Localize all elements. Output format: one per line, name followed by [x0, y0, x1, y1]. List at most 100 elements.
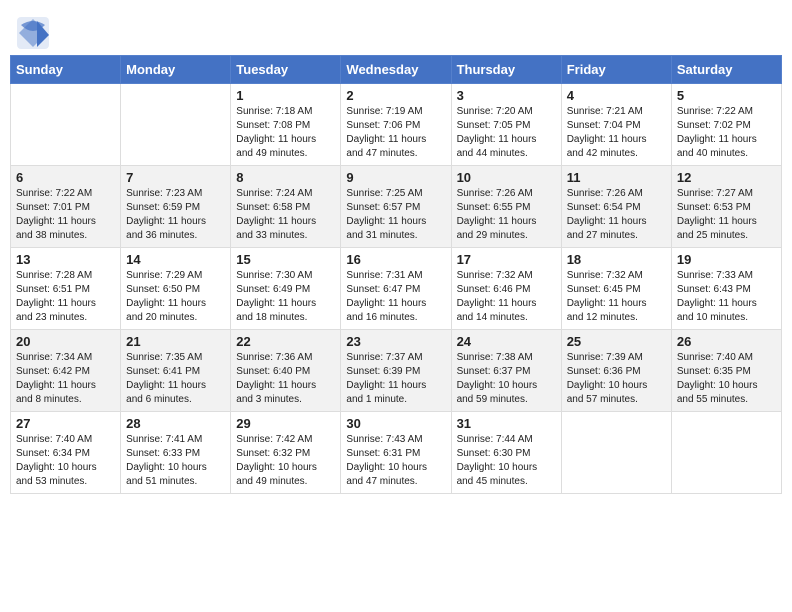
calendar-week-row: 20Sunrise: 7:34 AM Sunset: 6:42 PM Dayli…	[11, 330, 782, 412]
day-info: Sunrise: 7:23 AM Sunset: 6:59 PM Dayligh…	[126, 187, 225, 243]
calendar-day-cell: 6Sunrise: 7:22 AM Sunset: 7:01 PM Daylig…	[11, 166, 121, 248]
day-number: 14	[126, 252, 225, 267]
day-number: 3	[457, 88, 556, 103]
calendar-day-cell: 5 Sunrise: 7:22 AM Sunset: 7:02 PM Daylig…	[671, 84, 781, 166]
day-number: 4	[567, 88, 666, 103]
day-number: 6	[16, 170, 115, 185]
calendar-day-cell: 28 Sunrise: 7:41 AM Sunset: 6:33 PM Dayli…	[121, 412, 231, 494]
day-info: Sunrise: 7:25 AM Sunset: 6:57 PM Dayligh…	[346, 187, 445, 243]
day-number: 22	[236, 334, 335, 349]
day-number: 17	[457, 252, 556, 267]
calendar-day-cell: 27 Sunrise: 7:40 AM Sunset: 6:34 PM Dayli…	[11, 412, 121, 494]
day-info: Sunrise: 7:27 AM Sunset: 6:53 PM Dayligh…	[677, 187, 776, 243]
day-info: Sunrise: 7:40 AM Sunset: 6:35 PM Dayligh…	[677, 351, 776, 407]
day-info: Sunrise: 7:35 AM Sunset: 6:41 PM Dayligh…	[126, 351, 225, 407]
day-number: 24	[457, 334, 556, 349]
day-number: 23	[346, 334, 445, 349]
calendar-day-cell: 1 Sunrise: 7:18 AM Sunset: 7:08 PM Daylig…	[231, 84, 341, 166]
day-of-week-header: Friday	[561, 56, 671, 84]
day-number: 5	[677, 88, 776, 103]
day-info: Sunrise: 7:29 AM Sunset: 6:50 PM Dayligh…	[126, 269, 225, 325]
day-number: 9	[346, 170, 445, 185]
day-number: 10	[457, 170, 556, 185]
calendar-day-cell: 18 Sunrise: 7:32 AM Sunset: 6:45 PM Dayli…	[561, 248, 671, 330]
day-number: 18	[567, 252, 666, 267]
calendar-day-cell: 24Sunrise: 7:38 AM Sunset: 6:37 PM Dayli…	[451, 330, 561, 412]
calendar-day-cell: 3 Sunrise: 7:20 AM Sunset: 7:05 PM Daylig…	[451, 84, 561, 166]
calendar-day-cell	[561, 412, 671, 494]
day-number: 26	[677, 334, 776, 349]
calendar-week-row: 1 Sunrise: 7:18 AM Sunset: 7:08 PM Daylig…	[11, 84, 782, 166]
calendar-header-row: SundayMondayTuesdayWednesdayThursdayFrid…	[11, 56, 782, 84]
calendar-day-cell: 25 Sunrise: 7:39 AM Sunset: 6:36 PM Dayli…	[561, 330, 671, 412]
day-info: Sunrise: 7:32 AM Sunset: 6:45 PM Dayligh…	[567, 269, 666, 325]
day-number: 1	[236, 88, 335, 103]
calendar-day-cell: 4 Sunrise: 7:21 AM Sunset: 7:04 PM Daylig…	[561, 84, 671, 166]
day-of-week-header: Thursday	[451, 56, 561, 84]
day-number: 13	[16, 252, 115, 267]
day-number: 19	[677, 252, 776, 267]
calendar-day-cell: 21 Sunrise: 7:35 AM Sunset: 6:41 PM Dayli…	[121, 330, 231, 412]
day-info: Sunrise: 7:26 AM Sunset: 6:55 PM Dayligh…	[457, 187, 556, 243]
day-info: Sunrise: 7:26 AM Sunset: 6:54 PM Dayligh…	[567, 187, 666, 243]
calendar-day-cell: 14 Sunrise: 7:29 AM Sunset: 6:50 PM Dayli…	[121, 248, 231, 330]
calendar-day-cell: 22 Sunrise: 7:36 AM Sunset: 6:40 PM Dayli…	[231, 330, 341, 412]
calendar-day-cell: 13 Sunrise: 7:28 AM Sunset: 6:51 PM Dayli…	[11, 248, 121, 330]
day-info: Sunrise: 7:32 AM Sunset: 6:46 PM Dayligh…	[457, 269, 556, 325]
day-of-week-header: Tuesday	[231, 56, 341, 84]
day-info: Sunrise: 7:39 AM Sunset: 6:36 PM Dayligh…	[567, 351, 666, 407]
day-info: Sunrise: 7:28 AM Sunset: 6:51 PM Dayligh…	[16, 269, 115, 325]
day-of-week-header: Wednesday	[341, 56, 451, 84]
day-info: Sunrise: 7:31 AM Sunset: 6:47 PM Dayligh…	[346, 269, 445, 325]
calendar-day-cell: 11 Sunrise: 7:26 AM Sunset: 6:54 PM Dayli…	[561, 166, 671, 248]
calendar-day-cell: 7Sunrise: 7:23 AM Sunset: 6:59 PM Daylig…	[121, 166, 231, 248]
calendar-day-cell	[11, 84, 121, 166]
day-info: Sunrise: 7:37 AM Sunset: 6:39 PM Dayligh…	[346, 351, 445, 407]
calendar-day-cell	[671, 412, 781, 494]
day-of-week-header: Saturday	[671, 56, 781, 84]
calendar-day-cell: 8 Sunrise: 7:24 AM Sunset: 6:58 PM Daylig…	[231, 166, 341, 248]
calendar-week-row: 13 Sunrise: 7:28 AM Sunset: 6:51 PM Dayli…	[11, 248, 782, 330]
day-number: 12	[677, 170, 776, 185]
day-number: 16	[346, 252, 445, 267]
day-info: Sunrise: 7:33 AM Sunset: 6:43 PM Dayligh…	[677, 269, 776, 325]
page-header	[10, 10, 782, 47]
day-info: Sunrise: 7:22 AM Sunset: 7:02 PM Dayligh…	[677, 105, 776, 161]
day-info: Sunrise: 7:41 AM Sunset: 6:33 PM Dayligh…	[126, 433, 225, 489]
day-info: Sunrise: 7:18 AM Sunset: 7:08 PM Dayligh…	[236, 105, 335, 161]
day-number: 29	[236, 416, 335, 431]
calendar-day-cell: 15 Sunrise: 7:30 AM Sunset: 6:49 PM Dayli…	[231, 248, 341, 330]
calendar-day-cell: 30Sunrise: 7:43 AM Sunset: 6:31 PM Dayli…	[341, 412, 451, 494]
calendar-week-row: 27 Sunrise: 7:40 AM Sunset: 6:34 PM Dayli…	[11, 412, 782, 494]
day-info: Sunrise: 7:20 AM Sunset: 7:05 PM Dayligh…	[457, 105, 556, 161]
day-info: Sunrise: 7:40 AM Sunset: 6:34 PM Dayligh…	[16, 433, 115, 489]
day-number: 2	[346, 88, 445, 103]
day-of-week-header: Sunday	[11, 56, 121, 84]
calendar-table: SundayMondayTuesdayWednesdayThursdayFrid…	[10, 55, 782, 494]
day-number: 8	[236, 170, 335, 185]
day-number: 11	[567, 170, 666, 185]
day-number: 30	[346, 416, 445, 431]
day-info: Sunrise: 7:30 AM Sunset: 6:49 PM Dayligh…	[236, 269, 335, 325]
calendar-week-row: 6Sunrise: 7:22 AM Sunset: 7:01 PM Daylig…	[11, 166, 782, 248]
logo-icon	[15, 15, 47, 47]
day-info: Sunrise: 7:21 AM Sunset: 7:04 PM Dayligh…	[567, 105, 666, 161]
calendar-day-cell: 9 Sunrise: 7:25 AM Sunset: 6:57 PM Daylig…	[341, 166, 451, 248]
calendar-day-cell: 17 Sunrise: 7:32 AM Sunset: 6:46 PM Dayli…	[451, 248, 561, 330]
day-number: 27	[16, 416, 115, 431]
day-info: Sunrise: 7:34 AM Sunset: 6:42 PM Dayligh…	[16, 351, 115, 407]
day-number: 28	[126, 416, 225, 431]
calendar-day-cell: 20Sunrise: 7:34 AM Sunset: 6:42 PM Dayli…	[11, 330, 121, 412]
day-info: Sunrise: 7:42 AM Sunset: 6:32 PM Dayligh…	[236, 433, 335, 489]
calendar-day-cell: 26 Sunrise: 7:40 AM Sunset: 6:35 PM Dayli…	[671, 330, 781, 412]
day-info: Sunrise: 7:24 AM Sunset: 6:58 PM Dayligh…	[236, 187, 335, 243]
day-number: 15	[236, 252, 335, 267]
calendar-day-cell: 16 Sunrise: 7:31 AM Sunset: 6:47 PM Dayli…	[341, 248, 451, 330]
day-number: 21	[126, 334, 225, 349]
day-info: Sunrise: 7:44 AM Sunset: 6:30 PM Dayligh…	[457, 433, 556, 489]
day-number: 31	[457, 416, 556, 431]
calendar-day-cell: 2Sunrise: 7:19 AM Sunset: 7:06 PM Daylig…	[341, 84, 451, 166]
calendar-day-cell: 12 Sunrise: 7:27 AM Sunset: 6:53 PM Dayli…	[671, 166, 781, 248]
day-number: 25	[567, 334, 666, 349]
day-info: Sunrise: 7:36 AM Sunset: 6:40 PM Dayligh…	[236, 351, 335, 407]
